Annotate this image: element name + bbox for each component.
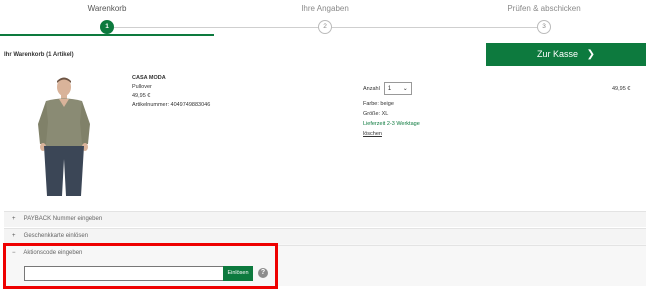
payback-accordion[interactable]: + PAYBACK Nummer eingeben xyxy=(4,211,646,227)
delivery-time: Lieferzeit 2-3 Werktage xyxy=(363,121,420,127)
line-total: 49,95 € xyxy=(612,86,631,92)
quantity-label: Anzahl xyxy=(363,85,380,92)
product-info: CASA MODA Pullover 49,95 € Artikelnummer… xyxy=(132,74,210,110)
chevron-down-icon: ⌄ xyxy=(402,86,408,92)
highlight-frame xyxy=(3,243,278,289)
giftcard-accordion[interactable]: + Geschenkkarte einlösen xyxy=(4,228,646,244)
checkout-button[interactable]: Zur Kasse ❯ xyxy=(486,43,646,66)
product-name[interactable]: Pullover xyxy=(132,83,210,92)
step-label: Prüfen & abschicken xyxy=(507,4,581,13)
plus-icon: + xyxy=(12,216,16,222)
product-attributes: Farbe: beige Größe: XL Lieferzeit 2-3 We… xyxy=(363,99,420,139)
chevron-right-icon: ❯ xyxy=(586,49,595,60)
remove-link[interactable]: löschen xyxy=(363,129,420,139)
quantity-value: 1 xyxy=(387,85,392,92)
accordion-label: PAYBACK Nummer eingeben xyxy=(23,216,103,222)
quantity-select[interactable]: 1 ⌄ xyxy=(383,82,412,95)
accordion-label: Geschenkkarte einlösen xyxy=(23,233,89,239)
article-number: Artikelnummer: 4049749883046 xyxy=(132,102,211,108)
step-number: 2 xyxy=(318,20,332,34)
product-price: 49,95 € xyxy=(132,93,151,99)
product-color: Farbe: beige xyxy=(363,101,394,107)
stepper-line xyxy=(332,27,544,28)
product-image[interactable] xyxy=(28,74,100,198)
step-cart[interactable]: Warenkorb 1 xyxy=(47,3,167,34)
plus-icon: + xyxy=(12,233,16,239)
step-number: 3 xyxy=(537,20,551,34)
cart-title: Ihr Warenkorb (1 Artikel) xyxy=(4,52,74,58)
stepper-line xyxy=(114,27,332,28)
checkout-stepper: Warenkorb 1 Ihre Angaben 2 Prüfen & absc… xyxy=(0,0,650,36)
checkout-label: Zur Kasse xyxy=(537,49,579,59)
step-review: Prüfen & abschicken 3 xyxy=(484,3,604,34)
product-brand: CASA MODA xyxy=(132,75,166,81)
active-step-underline xyxy=(0,34,214,36)
product-size: Größe: XL xyxy=(363,111,389,117)
step-label: Warenkorb xyxy=(87,4,127,13)
step-number: 1 xyxy=(100,20,114,34)
step-details: Ihre Angaben 2 xyxy=(265,3,385,34)
step-label: Ihre Angaben xyxy=(301,4,349,13)
quantity-row: Anzahl 1 ⌄ xyxy=(363,82,412,95)
